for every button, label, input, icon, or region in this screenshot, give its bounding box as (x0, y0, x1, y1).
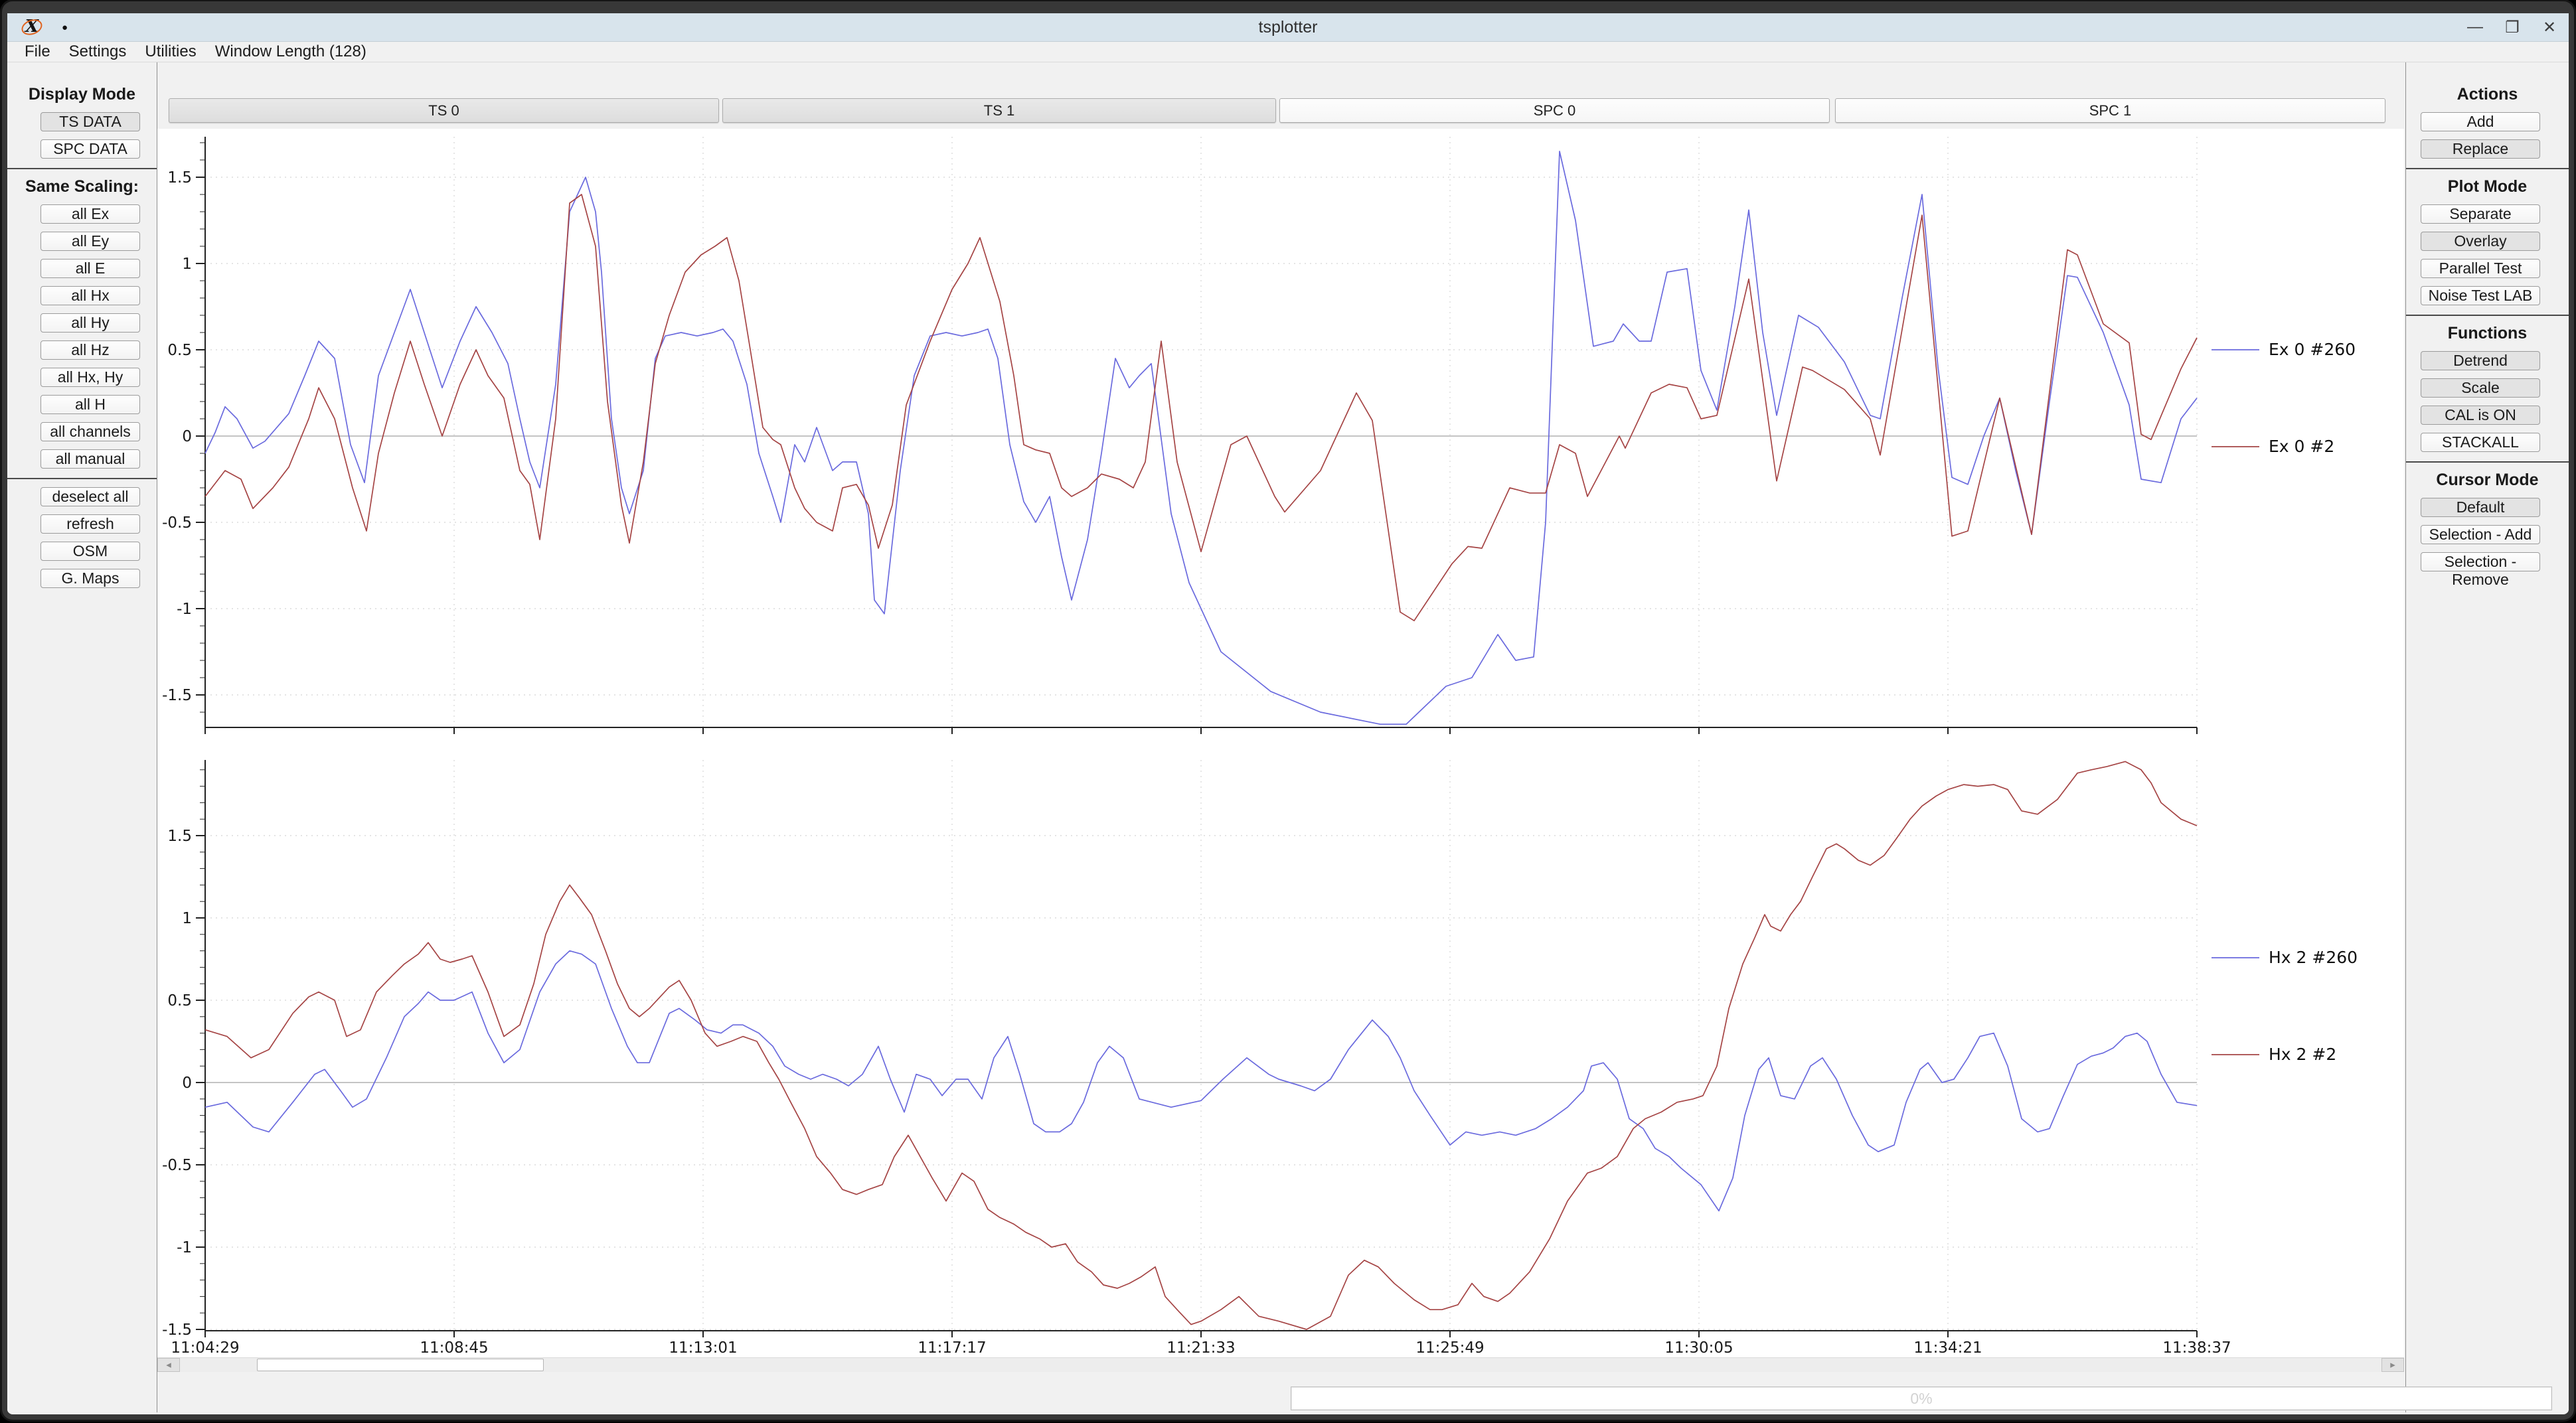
window-title: tsplotter (7, 13, 2569, 41)
button-all-hx-hy[interactable]: all Hx, Hy (40, 368, 140, 387)
button-osm[interactable]: OSM (40, 542, 140, 561)
button-detrend[interactable]: Detrend (2421, 351, 2540, 370)
heading-display-mode: Display Mode (7, 85, 157, 104)
maximize-button[interactable]: ❐ (2502, 18, 2522, 37)
progress-label: 0% (1910, 1390, 1932, 1407)
button-scale[interactable]: Scale (2421, 378, 2540, 398)
window-controls: — ❐ ✕ (2465, 13, 2559, 41)
button-ts-data[interactable]: TS DATA (40, 112, 140, 131)
plot-canvas[interactable] (157, 129, 2404, 1357)
menu-bar: FileSettingsUtilitiesWindow Length (128) (7, 42, 2569, 62)
button-noise-test-lab[interactable]: Noise Test LAB (2421, 286, 2540, 305)
button-all-manual[interactable]: all manual (40, 449, 140, 469)
button-selection-add[interactable]: Selection - Add (2421, 525, 2540, 544)
progress-bar: 0% (1291, 1386, 2552, 1410)
menu-item-settings[interactable]: Settings (60, 42, 136, 62)
sidebar-divider (7, 478, 157, 479)
button-cal-is-on[interactable]: CAL is ON (2421, 406, 2540, 425)
tab-spc-0[interactable]: SPC 0 (1279, 98, 1830, 123)
button-parallel-test[interactable]: Parallel Test (2421, 259, 2540, 278)
menu-item-window-length-128[interactable]: Window Length (128) (206, 42, 376, 62)
titlebar[interactable]: X ● tsplotter —❐✕ (7, 13, 2569, 42)
button-all-hx[interactable]: all Hx (40, 286, 140, 305)
heading-same-scaling: Same Scaling: (7, 177, 157, 196)
heading-cursor-mode: Cursor Mode (2406, 471, 2569, 490)
scrollbar-thumb[interactable] (257, 1359, 544, 1371)
tab-ts-1[interactable]: TS 1 (722, 98, 1276, 123)
button-selection-remove[interactable]: Selection - Remove (2421, 552, 2540, 571)
button-all-hy[interactable]: all Hy (40, 313, 140, 333)
button-all-channels[interactable]: all channels (40, 422, 140, 441)
button-all-ex[interactable]: all Ex (40, 204, 140, 224)
button-all-hz[interactable]: all Hz (40, 340, 140, 360)
sidebar-divider (2406, 461, 2569, 463)
button-add[interactable]: Add (2421, 112, 2540, 131)
tab-spc-1[interactable]: SPC 1 (1835, 98, 2385, 123)
left-sidebar: Display Mode TS DATA SPC DATA Same Scaling:… (7, 62, 157, 1412)
heading-functions: Functions (2406, 324, 2569, 343)
sidebar-divider (2406, 168, 2569, 169)
button-all-e[interactable]: all E (40, 259, 140, 278)
right-sidebar: Actions Add Replace Plot Mode Separate Overla… (2405, 62, 2569, 1412)
button-default[interactable]: Default (2421, 498, 2540, 517)
button-all-ey[interactable]: all Ey (40, 232, 140, 251)
horizontal-scrollbar[interactable]: ◂ ▸ (157, 1357, 2404, 1372)
close-button[interactable]: ✕ (2539, 18, 2559, 37)
button-g-maps[interactable]: G. Maps (40, 569, 140, 588)
button-stackall[interactable]: STACKALL (2421, 433, 2540, 452)
button-separate[interactable]: Separate (2421, 204, 2540, 224)
scroll-right-button[interactable]: ▸ (2381, 1358, 2404, 1372)
app-window: X ● tsplotter —❐✕ FileSettingsUtilitiesW… (2, 1, 2574, 1420)
button-overlay[interactable]: Overlay (2421, 232, 2540, 251)
tab-ts-0[interactable]: TS 0 (169, 98, 719, 123)
heading-plot-mode: Plot Mode (2406, 177, 2569, 196)
menu-item-utilities[interactable]: Utilities (135, 42, 205, 62)
sidebar-divider (2406, 315, 2569, 316)
main-area: TS 0TS 1SPC 0SPC 1 Display Mode TS DATA SP… (7, 62, 2569, 1412)
button-spc-data[interactable]: SPC DATA (40, 139, 140, 159)
scroll-left-button[interactable]: ◂ (157, 1358, 180, 1372)
button-all-h[interactable]: all H (40, 395, 140, 414)
menu-item-file[interactable]: File (15, 42, 60, 62)
button-deselect-all[interactable]: deselect all (40, 487, 140, 506)
minimize-button[interactable]: — (2465, 18, 2485, 37)
button-replace[interactable]: Replace (2421, 139, 2540, 159)
button-refresh[interactable]: refresh (40, 514, 140, 534)
heading-actions: Actions (2406, 85, 2569, 104)
sidebar-divider (7, 168, 157, 169)
